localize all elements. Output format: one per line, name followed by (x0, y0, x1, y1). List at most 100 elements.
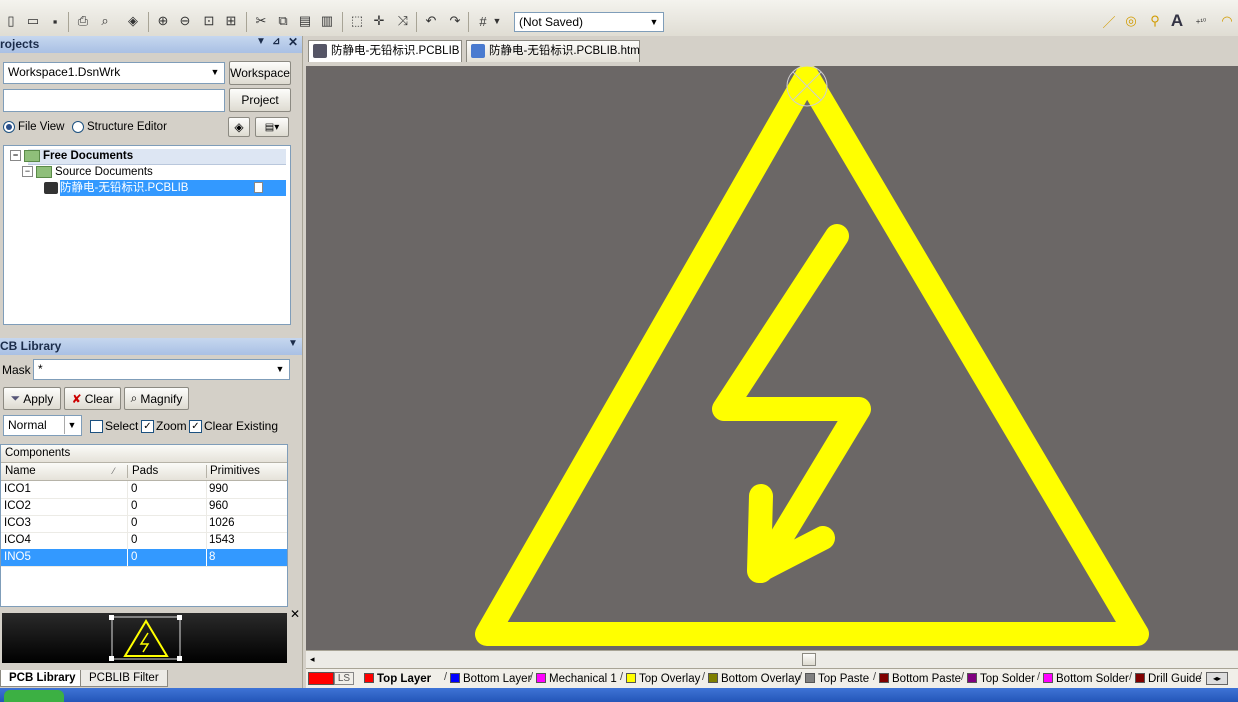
table-row[interactable]: ICO1 0 990 (1, 481, 287, 499)
print-icon[interactable]: ⎙ (74, 12, 92, 30)
table-row[interactable]: ICO2 0 960 (1, 498, 287, 516)
layer-tab-top-layer[interactable]: Top Layer (364, 672, 431, 686)
rubber-stamp-icon[interactable]: ▥ (318, 12, 336, 30)
tab-pcblib-document[interactable]: 防静电-无铅标识.PCBLIB (308, 40, 462, 62)
project-button[interactable]: Project (229, 88, 291, 112)
layer-tab-bottom-paste[interactable]: Bottom Paste (879, 672, 961, 686)
tab-htm-document[interactable]: 防静电-无铅标识.PCBLIB.htm (466, 40, 640, 62)
tab-pcb-library[interactable]: PCB Library (0, 670, 85, 687)
tree-item-free-documents[interactable]: − Free Documents (10, 148, 133, 164)
table-row[interactable]: ICO4 0 1543 (1, 532, 287, 550)
open-folder-icon[interactable]: ▭ (24, 12, 42, 30)
start-button[interactable] (4, 690, 64, 702)
view-config-select[interactable]: (Not Saved) ▼ (514, 12, 664, 32)
collapse-icon[interactable]: − (22, 166, 33, 178)
grid-icon[interactable]: # (474, 12, 492, 30)
layer-tab-top-overlay[interactable]: Top Overlay (626, 672, 700, 686)
layer-set-button[interactable]: LS (334, 672, 354, 685)
preview-bolt (139, 632, 150, 653)
workspace-button[interactable]: Workspace (229, 61, 291, 85)
zoom-label: Zoom (156, 419, 187, 433)
file-view-radio[interactable]: File View (3, 121, 64, 133)
pin-icon[interactable]: ⊿ (272, 36, 280, 47)
table-row[interactable]: ICO3 0 1026 (1, 515, 287, 533)
chevron-down-icon[interactable]: ▼ (492, 12, 502, 30)
place-arc-icon[interactable]: ◠ (1218, 12, 1236, 30)
panel-menu-icon[interactable]: ▼ (288, 338, 298, 349)
select-area-icon[interactable]: ⬚ (348, 12, 366, 30)
layer-tab-divider: / (873, 671, 877, 683)
tree-item-pcblib-file[interactable]: 防静电-无铅标识.PCBLIB (44, 180, 188, 196)
deselect-icon[interactable]: ⤨ (394, 12, 412, 30)
layer-scroll-icon[interactable]: ◂▸ (1206, 672, 1228, 685)
cell-name: ICO2 (4, 500, 31, 512)
layer-tab-top-paste[interactable]: Top Paste (805, 672, 869, 686)
preview-triangle (123, 619, 169, 657)
apply-button[interactable]: ⏷ Apply (3, 387, 61, 410)
cut-icon[interactable]: ✂ (252, 12, 270, 30)
column-primitives-header[interactable]: Primitives (210, 463, 260, 480)
horizontal-scrollbar[interactable]: ◂ (306, 650, 1238, 669)
paste-icon[interactable]: ▤ (296, 12, 314, 30)
place-via-icon[interactable]: ⚲ (1146, 12, 1164, 30)
place-pad-icon[interactable]: ◎ (1122, 12, 1140, 30)
checkbox-checked-icon: ✓ (189, 420, 202, 434)
zoom-selected-icon[interactable]: ⊞ (222, 12, 240, 30)
close-icon[interactable]: ✕ (288, 35, 298, 49)
column-pads-header[interactable]: Pads (132, 463, 158, 480)
tab-pcblib-filter[interactable]: PCBLIB Filter (80, 670, 168, 687)
mask-field[interactable]: * ▼ (33, 359, 290, 380)
project-field[interactable] (3, 89, 225, 112)
project-tree: − Free Documents − Source Documents 防静电-无铅… (3, 145, 291, 325)
html-file-icon (471, 44, 485, 58)
pcb-canvas[interactable] (306, 66, 1238, 650)
layer-tab-top-solder[interactable]: Top Solder (967, 672, 1035, 686)
workspace-select[interactable]: Workspace1.DsnWrk ▼ (3, 62, 225, 84)
redo-icon[interactable]: ↷ (446, 12, 464, 30)
zoom-in-icon[interactable]: ⊕ (154, 12, 172, 30)
components-grid: Components Name ⁄ Pads Primitives ICO1 0 9… (0, 444, 288, 607)
select-label: Select (105, 419, 139, 433)
zoom-out-icon[interactable]: ⊖ (176, 12, 194, 30)
place-line-icon[interactable]: ／ (1100, 12, 1118, 30)
layer-tab-bottom-overlay[interactable]: Bottom Overlay (708, 672, 800, 686)
column-name-header[interactable]: Name (5, 463, 36, 480)
project-options-icon[interactable]: ▤▾ (255, 117, 289, 137)
set-origin-icon[interactable]: +¹⁰ (1190, 12, 1212, 30)
close-icon[interactable]: ✕ (290, 607, 300, 621)
place-string-icon[interactable]: A (1168, 11, 1186, 30)
zoom-area-icon[interactable]: ⊡ (200, 12, 218, 30)
magnify-button[interactable]: ⌕ Magnify (124, 387, 189, 410)
clear-existing-checkbox[interactable]: ✓ Clear Existing (189, 419, 278, 434)
chevron-down-icon: ▼ (64, 416, 79, 434)
undo-icon[interactable]: ↶ (422, 12, 440, 30)
layer-tab-mechanical-1[interactable]: Mechanical 1 (536, 672, 617, 686)
save-icon[interactable]: ▪ (46, 12, 64, 30)
project-layers-icon[interactable]: ◈ (228, 117, 250, 137)
select-checkbox[interactable]: Select (90, 419, 139, 434)
layer-stack-icon[interactable]: ◈ (124, 12, 142, 30)
layer-tab-drill-guide[interactable]: Drill Guide (1135, 672, 1202, 686)
move-icon[interactable]: ✛ (370, 12, 388, 30)
layer-tab-bottom-solder[interactable]: Bottom Solder (1043, 672, 1129, 686)
print-preview-icon[interactable]: ⌕ (96, 12, 114, 30)
preview-handle (177, 615, 182, 620)
tree-item-source-documents[interactable]: − Source Documents (22, 164, 153, 180)
layer-tab-bottom-layer[interactable]: Bottom Layer (450, 672, 531, 686)
column-divider (127, 515, 128, 532)
toolbar-separator (468, 12, 469, 32)
copy-icon[interactable]: ⧉ (274, 12, 292, 30)
toolbar-separator (246, 12, 247, 32)
zoom-checkbox[interactable]: ✓ Zoom (141, 419, 187, 434)
filter-mode-select[interactable]: Normal ▼ (3, 415, 82, 436)
scroll-left-icon[interactable]: ◂ (310, 654, 315, 665)
structure-editor-radio[interactable]: Structure Editor (72, 121, 167, 133)
panel-menu-icon[interactable]: ▼ (256, 36, 266, 47)
scrollbar-thumb[interactable] (802, 653, 816, 666)
new-document-icon[interactable]: ▯ (2, 12, 20, 30)
table-row[interactable]: INO5 0 8 (1, 549, 287, 567)
collapse-icon[interactable]: − (10, 150, 21, 162)
toolbar-separator (416, 12, 417, 32)
clear-button[interactable]: ✘ Clear (64, 387, 121, 410)
layer-tab-bar: LS Top Layer / Bottom Layer / Mechanical 1/T… (306, 668, 1238, 689)
